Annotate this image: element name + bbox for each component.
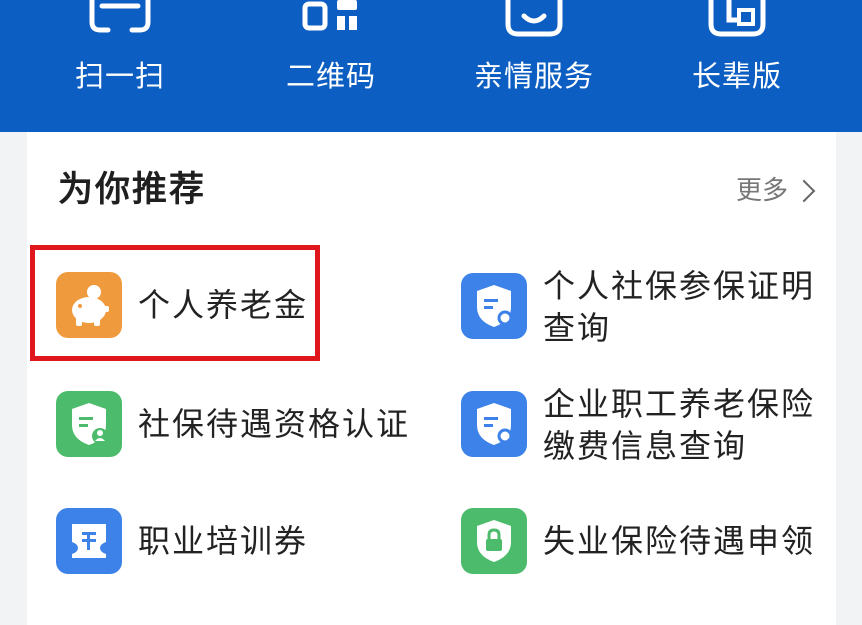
scan-button[interactable]: 扫一扫 bbox=[20, 0, 220, 132]
service-vocational-training-voucher[interactable]: 职业培训券 bbox=[56, 508, 316, 574]
section-title: 为你推荐 bbox=[58, 170, 207, 210]
service-unemployment-benefit-claim[interactable]: 失业保险待遇申领 bbox=[461, 508, 821, 574]
service-name: 社保待遇资格认证 bbox=[138, 405, 411, 443]
service-name-line1: 个人社保参保证明 bbox=[543, 267, 816, 305]
service-insurance-certificate[interactable]: 个人社保参保证明 查询 bbox=[461, 266, 813, 350]
scan-label: 扫一扫 bbox=[74, 59, 165, 93]
shield-lock-icon bbox=[461, 508, 527, 574]
service-name-line2: 查询 bbox=[543, 309, 612, 347]
shield-user-icon bbox=[56, 391, 122, 457]
service-name-line1: 企业职工养老保险 bbox=[543, 385, 816, 423]
elder-mode-icon bbox=[708, 0, 766, 37]
qr-code-label: 二维码 bbox=[285, 59, 376, 93]
qr-code-icon bbox=[302, 0, 357, 31]
service-name-line2: 缴费信息查询 bbox=[543, 427, 748, 465]
voucher-icon bbox=[56, 508, 122, 574]
shield-search-icon bbox=[461, 391, 527, 457]
chevron-right-icon bbox=[792, 179, 816, 203]
shield-search-icon bbox=[461, 273, 527, 339]
piggy-bank-icon bbox=[56, 272, 122, 338]
elder-mode-button[interactable]: 长辈版 bbox=[637, 0, 837, 132]
elder-mode-label: 长辈版 bbox=[691, 59, 782, 93]
qr-code-button[interactable]: 二维码 bbox=[231, 0, 431, 132]
service-name: 失业保险待遇申领 bbox=[543, 522, 816, 560]
family-service-icon bbox=[505, 0, 563, 37]
service-name: 职业培训券 bbox=[138, 522, 309, 560]
top-banner: 扫一扫 二维码 亲情服务 长辈版 bbox=[0, 0, 862, 132]
more-link[interactable]: 更多 bbox=[735, 174, 816, 208]
family-service-label: 亲情服务 bbox=[473, 59, 594, 93]
scan-icon bbox=[89, 0, 151, 33]
more-label: 更多 bbox=[735, 176, 788, 206]
family-service-button[interactable]: 亲情服务 bbox=[434, 0, 634, 132]
service-personal-pension[interactable]: 个人养老金 bbox=[56, 272, 316, 338]
service-name: 个人养老金 bbox=[138, 286, 309, 324]
service-pension-payment-query[interactable]: 企业职工养老保险 缴费信息查询 bbox=[461, 384, 821, 468]
service-qualification-certification[interactable]: 社保待遇资格认证 bbox=[56, 391, 416, 457]
